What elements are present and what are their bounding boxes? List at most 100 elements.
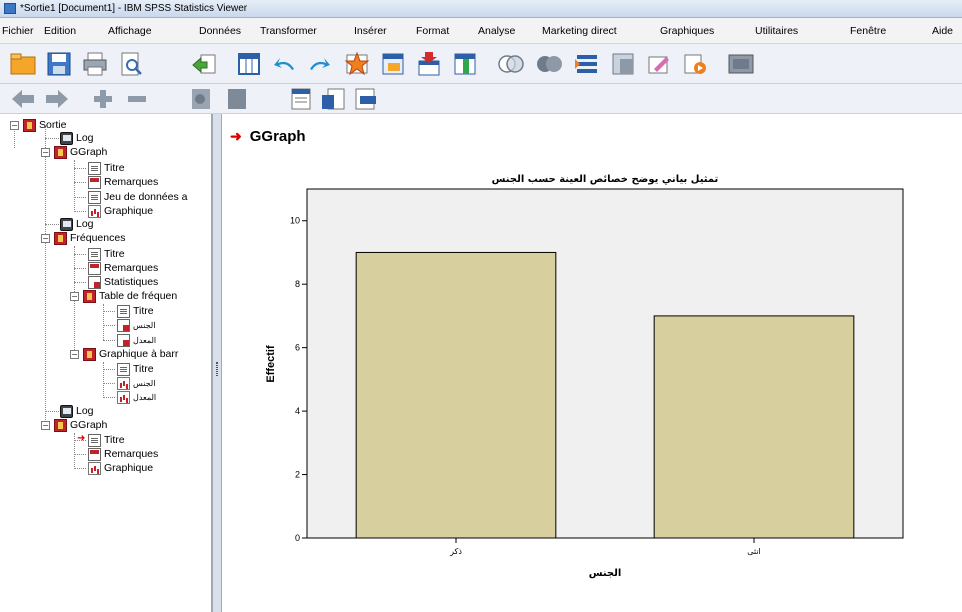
split-file-icon[interactable] xyxy=(572,49,602,79)
collapse-toggle-icon[interactable]: − xyxy=(41,233,50,243)
content-pane[interactable]: ➜ GGraph تمثيل بياني يوضح خصائص العينة ح… xyxy=(222,114,962,612)
collapse-toggle-icon[interactable]: − xyxy=(41,147,50,157)
chart-icon xyxy=(88,461,101,475)
chart-title: تمثيل بياني يوضح خصائص العينة حسب الجنس xyxy=(492,174,719,185)
tree-node-gender-chart[interactable]: الجنس xyxy=(117,376,155,390)
menu-inserer[interactable]: Insérer xyxy=(354,25,387,37)
log-icon xyxy=(60,404,73,418)
tree-label: Titre xyxy=(133,305,154,317)
tree-node-log[interactable]: Log xyxy=(60,131,94,145)
value-labels-icon[interactable] xyxy=(680,49,710,79)
tree-node-frequences[interactable]: − Fréquences xyxy=(41,231,125,245)
tree-node-average-chart[interactable]: المعدل xyxy=(117,390,156,404)
goto-case-icon[interactable] xyxy=(342,49,372,79)
tree-node-gender-table[interactable]: الجنس xyxy=(117,318,155,332)
redo-icon[interactable] xyxy=(304,49,334,79)
tree-node-graphique-a-barres[interactable]: − Graphique à barr xyxy=(70,347,178,361)
tree-node-titre[interactable]: Titre xyxy=(88,161,125,175)
menu-utilitaires[interactable]: Utilitaires xyxy=(755,25,798,37)
insert-text-icon[interactable] xyxy=(350,86,380,112)
dataset-doc-icon xyxy=(88,190,101,204)
select-cases-icon[interactable] xyxy=(644,49,674,79)
tree-node-graphique[interactable]: Graphique xyxy=(88,204,153,218)
notes-icon xyxy=(88,447,101,461)
navigation-toolbar xyxy=(0,84,962,114)
print-preview-icon[interactable] xyxy=(116,49,146,79)
tree-node-ggraph[interactable]: − GGraph xyxy=(41,145,107,159)
tree-node-remarques[interactable]: Remarques xyxy=(88,261,158,275)
insert-heading-icon[interactable] xyxy=(286,86,316,112)
collapse-toggle-icon[interactable]: − xyxy=(10,120,19,130)
menu-analyse[interactable]: Analyse xyxy=(478,25,515,37)
tree-node-remarques[interactable]: Remarques xyxy=(88,447,158,461)
insert-title-icon[interactable] xyxy=(318,86,348,112)
weight-cases-icon[interactable] xyxy=(608,49,638,79)
back-icon[interactable] xyxy=(8,86,38,112)
y-tick-label: 0 xyxy=(295,533,300,543)
menu-transformer[interactable]: Transformer xyxy=(260,25,317,37)
tree-label: Remarques xyxy=(104,262,159,274)
tree-label: المعدل xyxy=(133,392,157,402)
save-icon[interactable] xyxy=(44,49,74,79)
menu-affichage[interactable]: Affichage xyxy=(108,25,152,37)
tree-node-log[interactable]: Log xyxy=(60,217,94,231)
menu-fenetre[interactable]: Fenêtre xyxy=(850,25,886,37)
log-icon xyxy=(60,217,73,231)
undo-icon[interactable] xyxy=(270,49,300,79)
tree-node-titre[interactable]: Titre xyxy=(117,304,154,318)
pane-splitter[interactable] xyxy=(212,114,222,612)
tree-label: Log xyxy=(76,218,94,230)
menu-donnees[interactable]: Données xyxy=(199,25,241,37)
bar-chart[interactable]: تمثيل بياني يوضح خصائص العينة حسب الجنس … xyxy=(222,114,962,612)
tree-node-titre[interactable]: Titre xyxy=(88,247,125,261)
tree-label: GGraph xyxy=(70,146,108,158)
insert-variable-icon[interactable] xyxy=(450,49,480,79)
tree-label: Statistiques xyxy=(104,276,159,288)
expand-icon[interactable] xyxy=(88,86,118,112)
tree-node-log[interactable]: Log xyxy=(60,404,94,418)
collapse-icon[interactable] xyxy=(122,86,152,112)
open-icon[interactable] xyxy=(8,49,38,79)
circles-icon[interactable] xyxy=(534,49,564,79)
splitter-grip-icon[interactable] xyxy=(216,362,218,376)
show-icon[interactable] xyxy=(186,86,216,112)
tree-node-statistiques[interactable]: Statistiques xyxy=(88,275,158,289)
print-icon[interactable] xyxy=(80,49,110,79)
hide-icon[interactable] xyxy=(222,86,252,112)
bar[interactable] xyxy=(355,251,557,539)
tree-node-ggraph[interactable]: − GGraph xyxy=(41,418,107,432)
book-icon xyxy=(83,347,96,361)
tree-node-graphique[interactable]: Graphique xyxy=(88,461,153,475)
window-title: *Sortie1 [Document1] - IBM SPSS Statisti… xyxy=(20,3,248,14)
menu-graphiques[interactable]: Graphiques xyxy=(660,25,714,37)
goto-variable-icon[interactable] xyxy=(378,49,408,79)
collapse-toggle-icon[interactable]: − xyxy=(70,349,79,359)
tree-node-jeu-de-donnees[interactable]: Jeu de données a xyxy=(88,190,188,204)
tree-node-table-de-frequences[interactable]: − Table de fréquen xyxy=(70,289,177,303)
menu-edition[interactable]: Edition xyxy=(44,25,76,37)
title-doc-icon xyxy=(88,247,101,261)
tree-node-remarques[interactable]: Remarques xyxy=(88,175,158,189)
menu-format[interactable]: Format xyxy=(416,25,449,37)
tree-node-titre[interactable]: Titre xyxy=(117,362,154,376)
use-sets-icon[interactable] xyxy=(726,49,756,79)
forward-icon[interactable] xyxy=(42,86,72,112)
menu-fichier[interactable]: Fichier xyxy=(2,25,34,37)
tree-node-sortie[interactable]: − Sortie xyxy=(10,118,66,132)
tree-label: Remarques xyxy=(104,176,159,188)
venn-icon[interactable] xyxy=(496,49,526,79)
insert-cases-icon[interactable] xyxy=(414,49,444,79)
menu-aide[interactable]: Aide xyxy=(932,25,953,37)
outline-pane[interactable]: − Sortie Log − GGraph Titre Remarques Je… xyxy=(0,114,212,612)
tree-node-titre-current[interactable]: ➜ Titre xyxy=(77,433,125,447)
book-icon xyxy=(83,289,96,303)
collapse-toggle-icon[interactable]: − xyxy=(70,291,79,301)
chart-icon xyxy=(88,204,101,218)
bar[interactable] xyxy=(653,315,855,539)
menu-marketing-direct[interactable]: Marketing direct xyxy=(542,25,617,37)
tree-node-average-table[interactable]: المعدل xyxy=(117,333,156,347)
tree-label: Graphique xyxy=(104,205,154,217)
goto-data-icon[interactable] xyxy=(234,49,264,79)
export-icon[interactable] xyxy=(190,49,220,79)
collapse-toggle-icon[interactable]: − xyxy=(41,420,50,430)
